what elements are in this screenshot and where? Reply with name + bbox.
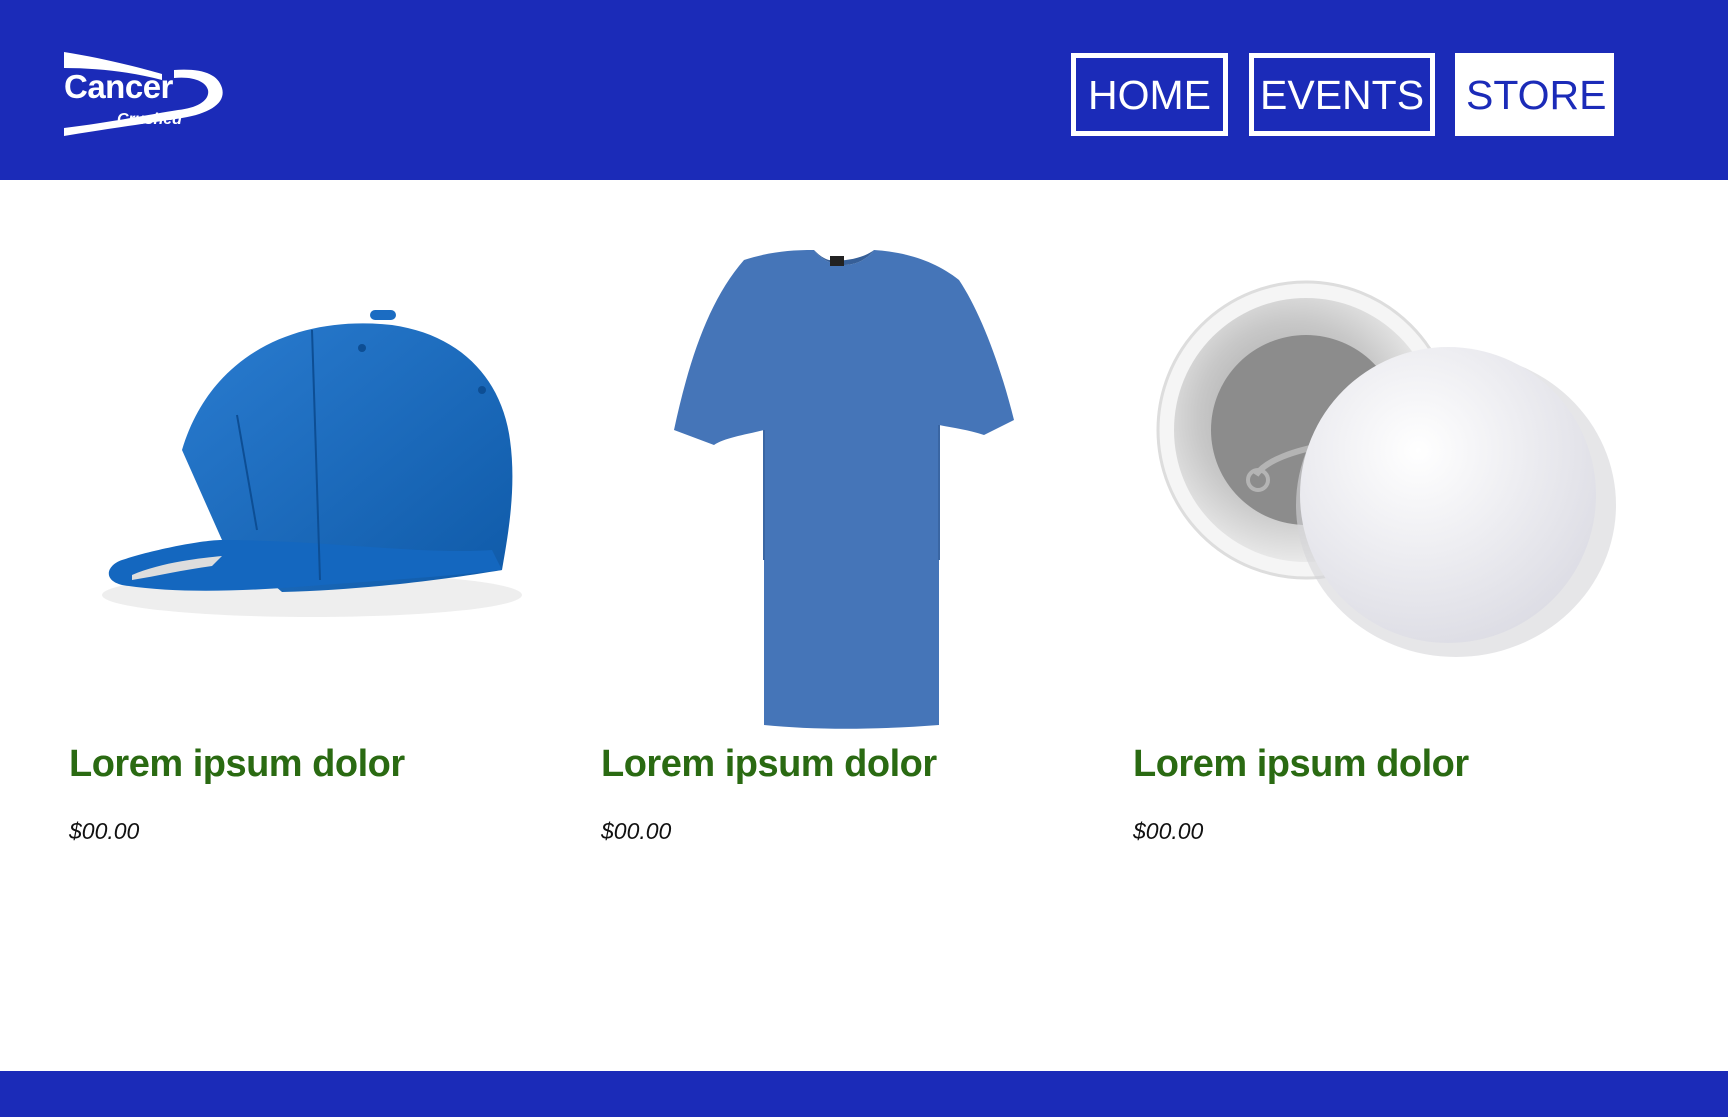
product-card[interactable]: Lorem ipsum dolor $00.00 bbox=[594, 240, 1094, 843]
logo-wordmark: Cancer bbox=[64, 68, 173, 105]
product-image[interactable] bbox=[62, 240, 562, 740]
product-card[interactable]: Lorem ipsum dolor $00.00 bbox=[1126, 240, 1626, 843]
product-price: $00.00 bbox=[69, 818, 140, 844]
site-footer bbox=[0, 1071, 1728, 1117]
t-shirt-icon bbox=[674, 250, 1014, 729]
logo-tagline: Crushed bbox=[117, 111, 182, 128]
baseball-cap-icon bbox=[102, 310, 522, 617]
nav-store-button[interactable]: STORE bbox=[1455, 53, 1614, 136]
pin-button-icon bbox=[1156, 280, 1616, 657]
product-price: $00.00 bbox=[601, 818, 672, 844]
product-image[interactable] bbox=[594, 240, 1094, 740]
site-logo[interactable]: Cancer Crushed bbox=[62, 50, 230, 138]
product-price: $00.00 bbox=[1133, 818, 1204, 844]
product-card[interactable]: Lorem ipsum dolor $00.00 bbox=[62, 240, 562, 843]
nav-events-button[interactable]: EVENTS bbox=[1249, 53, 1435, 136]
product-image[interactable] bbox=[1126, 240, 1626, 740]
product-title[interactable]: Lorem ipsum dolor bbox=[601, 745, 937, 783]
product-title[interactable]: Lorem ipsum dolor bbox=[1133, 745, 1469, 783]
product-title[interactable]: Lorem ipsum dolor bbox=[69, 745, 405, 783]
site-header: Cancer Crushed HOME EVENTS STORE bbox=[0, 0, 1728, 180]
nav-home-button[interactable]: HOME bbox=[1071, 53, 1228, 136]
